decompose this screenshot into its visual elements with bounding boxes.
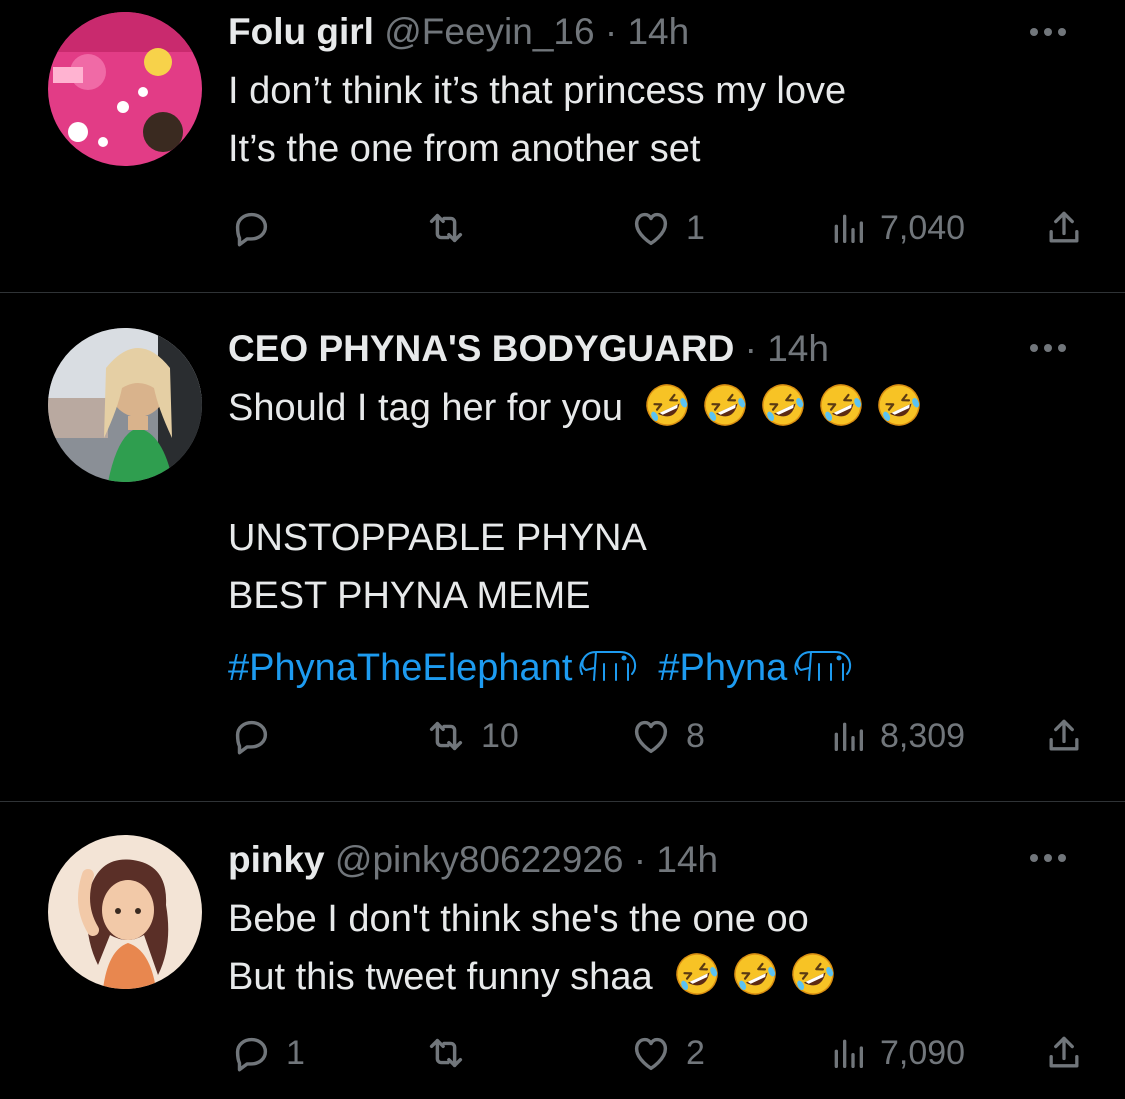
timestamp[interactable]: 14h <box>656 839 718 880</box>
tweet-3[interactable]: pinky @pinky80622926 · 14h Bebe I don't … <box>0 802 1125 1099</box>
timestamp[interactable]: 14h <box>627 11 689 52</box>
tweet-text-line: I don’t think it’s that princess my love <box>228 70 847 112</box>
avatar[interactable] <box>48 12 202 166</box>
like-count: 1 <box>686 208 705 247</box>
tweet-text-line: Bebe I don't think she's the one oo <box>228 898 809 940</box>
tweet-header: CEO PHYNA'S BODYGUARD · 14h <box>228 327 829 371</box>
share-button[interactable] <box>1042 203 1086 253</box>
views-icon <box>828 716 868 756</box>
retweet-button[interactable] <box>423 1028 481 1078</box>
tweet-header: Folu girl @Feeyin_16 · 14h <box>228 10 689 54</box>
heart-icon <box>628 713 674 759</box>
tweet-text-span: Should I tag her for you <box>228 387 624 429</box>
like-count: 2 <box>686 1033 705 1072</box>
emoji-group <box>674 953 848 998</box>
tweet-header: pinky @pinky80622926 · 14h <box>228 838 718 882</box>
like-button[interactable]: 8 <box>628 711 705 761</box>
more-options-icon[interactable] <box>1030 338 1074 358</box>
retweet-icon <box>423 713 469 759</box>
reply-icon <box>228 1030 274 1076</box>
reply-button[interactable] <box>228 203 286 253</box>
reply-button[interactable]: 1 <box>228 1028 305 1078</box>
tweet-text-line: But this tweet funny shaa <box>228 948 848 1006</box>
user-handle[interactable]: @Feeyin_16 <box>384 11 594 52</box>
rolling-on-floor-laughing-emoji <box>790 951 836 997</box>
separator-dot: · <box>744 328 757 369</box>
views-icon <box>828 1033 868 1073</box>
views-button[interactable]: 7,090 <box>828 1028 965 1078</box>
tweet-text-line: Should I tag her for you <box>228 379 934 437</box>
views-count: 8,309 <box>880 716 966 755</box>
tweet-text: Should I tag her for you UNSTOPPABLE PHY… <box>228 379 934 697</box>
share-icon <box>1042 206 1086 250</box>
views-button[interactable]: 8,309 <box>828 711 965 761</box>
action-bar: 1 7,040 <box>228 203 1088 253</box>
timestamp[interactable]: 14h <box>767 328 829 369</box>
tweet-text: Bebe I don't think she's the one oo But … <box>228 890 848 1006</box>
action-bar: 10 8 8,309 <box>228 711 1088 761</box>
hashtag-link[interactable]: #Phyna <box>658 647 787 689</box>
rolling-on-floor-laughing-emoji <box>702 382 748 428</box>
separator-dot: · <box>604 11 618 52</box>
tweet-2[interactable]: CEO PHYNA'S BODYGUARD · 14h Should I tag… <box>0 293 1125 801</box>
reply-button[interactable] <box>228 711 286 761</box>
retweet-button[interactable]: 10 <box>423 711 519 761</box>
views-button[interactable]: 7,040 <box>828 203 965 253</box>
retweet-icon <box>423 205 469 251</box>
share-icon <box>1042 714 1086 758</box>
views-icon <box>828 208 868 248</box>
retweet-icon <box>423 1030 469 1076</box>
like-count: 8 <box>686 716 705 755</box>
tweet-text-line: BEST PHYNA MEME <box>228 575 591 617</box>
action-bar: 1 2 7,090 <box>228 1028 1088 1078</box>
share-icon <box>1042 1031 1086 1075</box>
tweet-text: I don’t think it’s that princess my love… <box>228 62 846 178</box>
separator-dot: · <box>633 839 647 880</box>
retweet-button[interactable] <box>423 203 481 253</box>
share-button[interactable] <box>1042 711 1086 761</box>
rolling-on-floor-laughing-emoji <box>818 382 864 428</box>
reply-icon <box>228 713 274 759</box>
avatar[interactable] <box>48 328 202 482</box>
share-button[interactable] <box>1042 1028 1086 1078</box>
display-name[interactable]: pinky <box>228 839 325 880</box>
more-options-icon[interactable] <box>1030 848 1074 868</box>
tweet-text-line: UNSTOPPABLE PHYNA <box>228 517 647 559</box>
elephant-icon <box>574 644 640 684</box>
display-name[interactable]: CEO PHYNA'S BODYGUARD <box>228 328 734 369</box>
emoji-group <box>644 384 934 429</box>
hashtag-link[interactable]: #PhynaTheElephant <box>228 647 572 689</box>
heart-icon <box>628 205 674 251</box>
retweet-count: 10 <box>481 716 519 755</box>
heart-icon <box>628 1030 674 1076</box>
like-button[interactable]: 1 <box>628 203 705 253</box>
hashtag-line: #PhynaTheElephant #Phyna <box>228 639 934 697</box>
avatar[interactable] <box>48 835 202 989</box>
rolling-on-floor-laughing-emoji <box>644 382 690 428</box>
rolling-on-floor-laughing-emoji <box>732 951 778 997</box>
reply-icon <box>228 205 274 251</box>
tweet-text-line <box>228 437 934 495</box>
tweet-text-span: But this tweet funny shaa <box>228 956 653 998</box>
user-handle[interactable]: @pinky80622926 <box>335 839 624 880</box>
more-options-icon[interactable] <box>1030 22 1074 42</box>
views-count: 7,040 <box>880 208 966 247</box>
views-count: 7,090 <box>880 1033 966 1072</box>
tweet-text-line: It’s the one from another set <box>228 128 701 170</box>
rolling-on-floor-laughing-emoji <box>876 382 922 428</box>
rolling-on-floor-laughing-emoji <box>674 951 720 997</box>
display-name[interactable]: Folu girl <box>228 11 374 52</box>
reply-count: 1 <box>286 1033 305 1072</box>
tweet-1[interactable]: Folu girl @Feeyin_16 · 14h I don’t think… <box>0 0 1125 292</box>
rolling-on-floor-laughing-emoji <box>760 382 806 428</box>
like-button[interactable]: 2 <box>628 1028 705 1078</box>
elephant-icon <box>789 644 855 684</box>
